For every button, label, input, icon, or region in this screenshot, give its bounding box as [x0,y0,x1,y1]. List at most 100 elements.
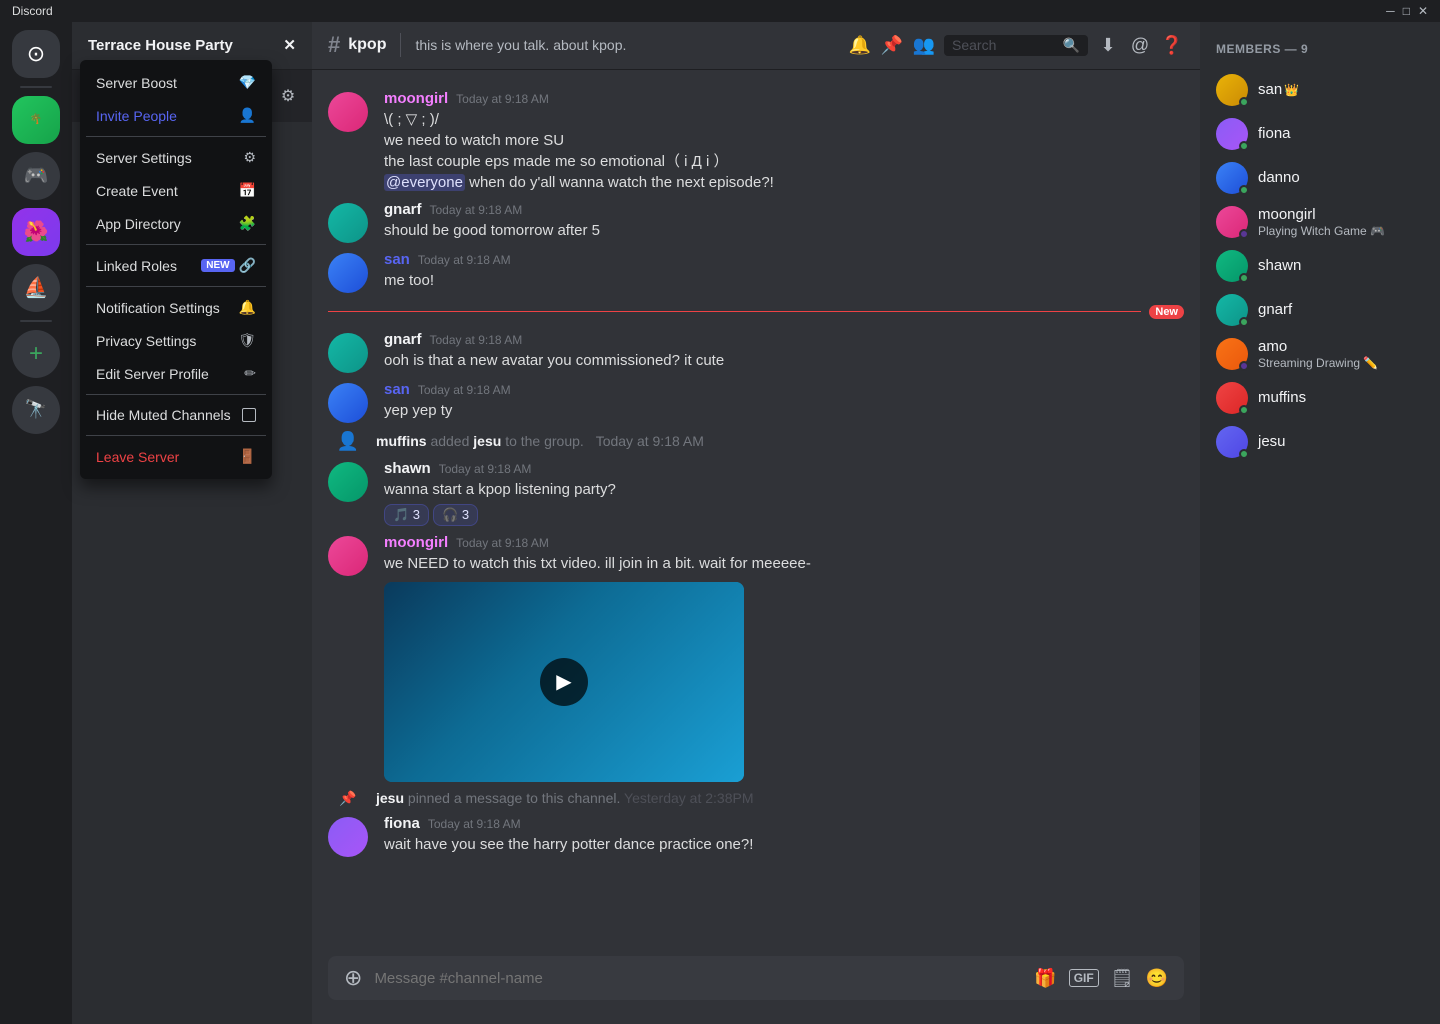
pin-actor[interactable]: jesu [376,790,404,806]
gift-button[interactable]: 🎁 [1034,968,1056,989]
play-button[interactable]: ▶ [540,658,588,706]
list-item[interactable]: jesu [1208,420,1432,464]
close-button[interactable]: ✕ [1418,4,1428,18]
menu-leave-server[interactable]: Leave Server 🚪 [86,440,266,473]
menu-linked-roles[interactable]: Linked Roles NEW 🔗 [86,249,266,282]
avatar [1216,294,1248,326]
server-name: Terrace House Party [88,37,233,54]
message-content: san Today at 9:18 AM me too! [384,251,1184,293]
server-icon-4[interactable]: ⛵ [12,264,60,312]
list-item[interactable]: muffins [1208,376,1432,420]
menu-invite-people[interactable]: Invite People 👤 [86,99,266,132]
menu-create-event[interactable]: Create Event 📅 [86,174,266,207]
system-actor[interactable]: muffins [376,433,427,449]
server-separator-2 [20,320,52,322]
message-author[interactable]: san [384,251,410,268]
add-content-button[interactable]: ⊕ [344,965,362,991]
list-item[interactable]: danno [1208,156,1432,200]
menu-notification-settings[interactable]: Notification Settings 🔔 [86,291,266,324]
search-bar[interactable]: Search 🔍 [944,35,1088,56]
avatar [328,92,368,132]
message-author[interactable]: moongirl [384,90,448,107]
message-author[interactable]: moongirl [384,534,448,551]
avatar [1216,74,1248,106]
table-row: moongirl Today at 9:18 AM we NEED to wat… [312,530,1200,786]
message-author[interactable]: san [384,381,410,398]
message-text: wait have you see the harry potter dance… [384,834,1184,855]
add-server-button[interactable]: + [12,330,60,378]
table-row: san Today at 9:18 AM me too! [312,247,1200,297]
server-icon-1[interactable]: 🌴 [12,96,60,144]
new-badge: New [1149,305,1184,319]
message-header: san Today at 9:18 AM [384,381,1184,398]
list-item[interactable]: gnarf [1208,288,1432,332]
message-content: gnarf Today at 9:18 AM ooh is that a new… [384,331,1184,373]
message-author[interactable]: gnarf [384,201,422,218]
minimize-button[interactable]: ─ [1386,4,1395,18]
video-embed[interactable]: ▶ [384,582,744,782]
pin-button[interactable]: 📌 [880,33,904,57]
message-author[interactable]: gnarf [384,331,422,348]
message-input[interactable] [374,970,1022,987]
list-item[interactable]: moongirl Playing Witch Game 🎮 [1208,200,1432,244]
user-settings-button[interactable]: ⚙ [272,80,304,112]
new-badge: NEW [201,259,234,272]
message-text: wanna start a kpop listening party? [384,479,1184,500]
system-message: 👤 muffins added jesu to the group. Today… [312,427,1200,456]
message-text: ooh is that a new avatar you commissione… [384,350,1184,371]
download-button[interactable]: ⬇ [1096,33,1120,57]
context-menu: Server Boost 💎 Invite People 👤 Server Se… [80,60,272,479]
message-text: should be good tomorrow after 5 [384,220,1184,241]
server-icon-2[interactable]: 🎮 [12,152,60,200]
message-author[interactable]: shawn [384,460,431,477]
avatar [1216,162,1248,194]
status-dot [1239,185,1249,195]
explore-button[interactable]: 🔭 [12,386,60,434]
pin-message-text: jesu pinned a message to this channel. Y… [376,790,753,806]
list-item[interactable]: amo Streaming Drawing ✏️ [1208,332,1432,376]
boost-icon: 💎 [239,74,256,91]
emoji-button[interactable]: 😊 [1146,968,1168,989]
menu-privacy-settings[interactable]: Privacy Settings 🛡 [86,324,266,357]
reaction-2[interactable]: 🎧 3 [433,504,478,526]
notification-bell-button[interactable]: 🔔 [848,33,872,57]
table-row: moongirl Today at 9:18 AM \( ; ▽ ; )/ we… [312,86,1200,197]
reaction-1[interactable]: 🎵 3 [384,504,429,526]
menu-server-boost[interactable]: Server Boost 💎 [86,66,266,99]
server-settings-label: Server Settings [96,150,192,166]
create-event-label: Create Event [96,183,178,199]
channel-header-separator [400,33,401,57]
mention-button[interactable]: @ [1128,33,1152,57]
list-item[interactable]: fiona [1208,112,1432,156]
invite-icon: 👤 [239,107,256,124]
member-name: danno [1258,169,1300,186]
message-timestamp: Today at 9:18 AM [418,253,511,267]
members-button[interactable]: 👥 [912,33,936,57]
link-icon: 🔗 [239,257,256,274]
server-icon-3[interactable]: 🌺 [12,208,60,256]
server-boost-label: Server Boost [96,75,177,91]
avatar [328,462,368,502]
gif-button[interactable]: GIF [1069,969,1099,987]
member-info: gnarf [1258,301,1292,319]
menu-hide-muted-channels[interactable]: Hide Muted Channels [86,399,266,431]
list-item[interactable]: shawn [1208,244,1432,288]
message-timestamp: Today at 9:18 AM [430,203,523,217]
menu-server-settings[interactable]: Server Settings ⚙ [86,141,266,174]
help-button[interactable]: ❓ [1160,33,1184,57]
maximize-button[interactable]: □ [1403,4,1410,18]
avatar [1216,206,1248,238]
menu-edit-server-profile[interactable]: Edit Server Profile ✏ [86,357,266,390]
system-target[interactable]: jesu [473,433,501,449]
member-info: san 👑 [1258,81,1299,98]
menu-app-directory[interactable]: App Directory 🧩 [86,207,266,240]
table-row: san Today at 9:18 AM yep yep ty [312,377,1200,427]
list-item[interactable]: san 👑 [1208,68,1432,112]
message-author[interactable]: fiona [384,815,420,832]
leave-icon: 🚪 [239,448,256,465]
server-icon-home[interactable]: ⊙ [12,30,60,78]
leave-server-label: Leave Server [96,449,179,465]
avatar [328,383,368,423]
sticker-button[interactable]: 🗒 [1111,968,1134,989]
avatar [1216,382,1248,414]
